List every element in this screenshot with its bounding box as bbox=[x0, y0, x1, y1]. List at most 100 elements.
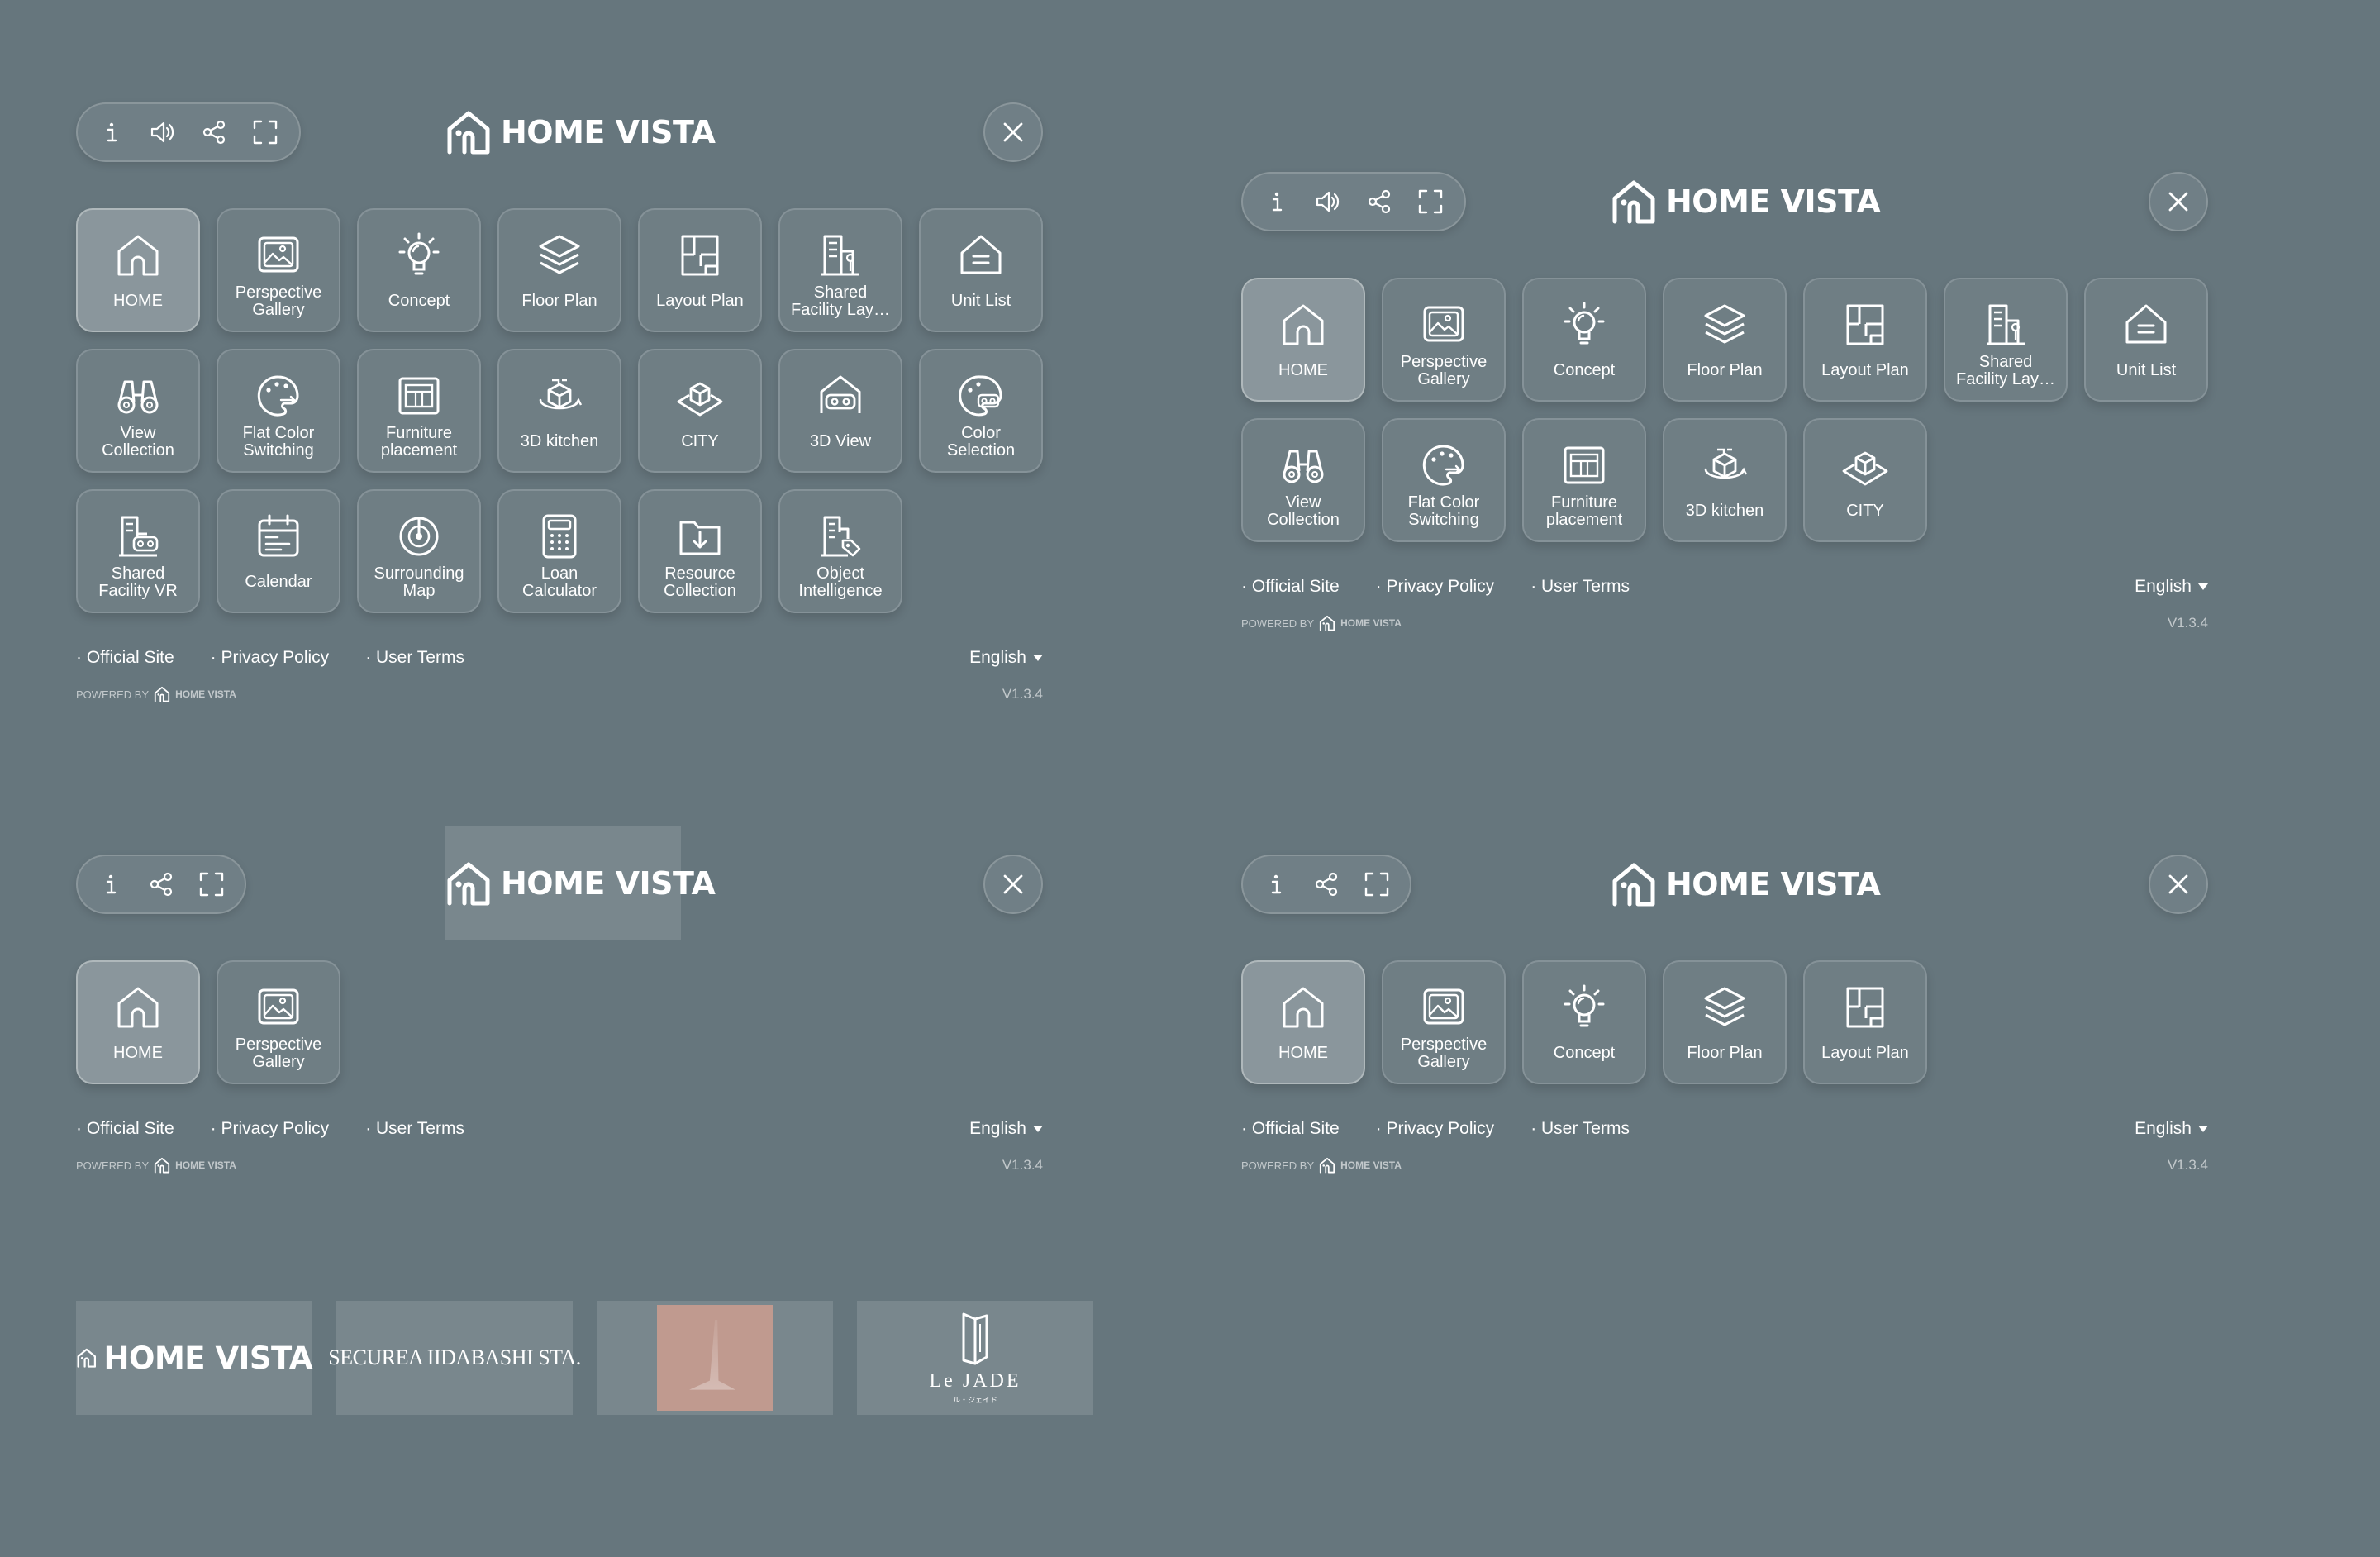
footer-links: · Official Site · Privacy Policy · User … bbox=[1241, 577, 2208, 597]
tile-perspective-gallery[interactable]: Perspective Gallery bbox=[1382, 960, 1506, 1084]
info-icon[interactable] bbox=[1251, 857, 1302, 912]
speaker-icon[interactable] bbox=[1302, 174, 1354, 229]
close-button[interactable] bbox=[2149, 855, 2208, 914]
brand-card-le-jade[interactable]: Le JADE ル・ジェイド bbox=[857, 1301, 1093, 1415]
tile-city[interactable]: CITY bbox=[638, 349, 762, 473]
info-icon[interactable] bbox=[86, 857, 136, 912]
language-selector[interactable]: English bbox=[2135, 1119, 2208, 1139]
tile-calendar[interactable]: Calendar bbox=[217, 489, 340, 613]
user-terms-link[interactable]: · User Terms bbox=[1530, 1119, 1630, 1139]
tile-label: View Collection bbox=[1267, 494, 1340, 529]
tile-floor-plan[interactable]: Floor Plan bbox=[497, 208, 621, 332]
brand-card-photo[interactable] bbox=[597, 1301, 833, 1415]
tile-label: HOME bbox=[113, 293, 163, 310]
tile-object-intelligence[interactable]: Object Intelligence bbox=[778, 489, 902, 613]
calendar-icon bbox=[253, 511, 304, 562]
official-site-link[interactable]: · Official Site bbox=[76, 648, 174, 668]
close-button[interactable] bbox=[2149, 172, 2208, 231]
privacy-policy-link[interactable]: · Privacy Policy bbox=[211, 648, 330, 668]
tile-shared-facility-layout[interactable]: Shared Facility Lay… bbox=[778, 208, 902, 332]
fullscreen-icon[interactable] bbox=[1405, 174, 1456, 229]
share-icon[interactable] bbox=[136, 857, 187, 912]
share-icon[interactable] bbox=[1354, 174, 1405, 229]
tile-label: Perspective Gallery bbox=[235, 284, 322, 319]
tile-3d-kitchen[interactable]: 3D kitchen bbox=[1663, 418, 1787, 542]
brand-card-securea[interactable]: SECUREA IIDABASHI STA. bbox=[328, 1301, 581, 1415]
caret-down-icon bbox=[1033, 1126, 1043, 1132]
fullscreen-icon[interactable] bbox=[186, 857, 236, 912]
share-icon[interactable] bbox=[1302, 857, 1352, 912]
layers-icon bbox=[1699, 299, 1750, 350]
tile-perspective-gallery[interactable]: Perspective Gallery bbox=[217, 208, 340, 332]
user-terms-link[interactable]: · User Terms bbox=[365, 648, 464, 668]
privacy-policy-link[interactable]: · Privacy Policy bbox=[1376, 1119, 1495, 1139]
user-terms-link[interactable]: · User Terms bbox=[365, 1119, 464, 1139]
tile-view-collection[interactable]: View Collection bbox=[1241, 418, 1365, 542]
tile-perspective-gallery[interactable]: Perspective Gallery bbox=[1382, 278, 1506, 402]
info-icon[interactable] bbox=[86, 105, 137, 160]
close-icon bbox=[1001, 120, 1026, 145]
brand-name: HOME VISTA bbox=[1666, 183, 1881, 220]
tile-furniture-placement[interactable]: Furniture placement bbox=[1522, 418, 1646, 542]
tile-view-collection[interactable]: View Collection bbox=[76, 349, 200, 473]
official-site-link[interactable]: · Official Site bbox=[1241, 577, 1340, 597]
language-selector[interactable]: English bbox=[969, 1119, 1043, 1139]
tile-layout-plan[interactable]: Layout Plan bbox=[1803, 278, 1927, 402]
privacy-policy-link[interactable]: · Privacy Policy bbox=[1376, 577, 1495, 597]
language-selector[interactable]: English bbox=[969, 648, 1043, 668]
layout-icon bbox=[1840, 299, 1891, 350]
user-terms-link[interactable]: · User Terms bbox=[1530, 577, 1630, 597]
tile-home[interactable]: HOME bbox=[76, 208, 200, 332]
tile-surrounding-map[interactable]: Surrounding Map bbox=[357, 489, 481, 613]
tile-flat-color-switching[interactable]: Flat Color Switching bbox=[1382, 418, 1506, 542]
caret-down-icon bbox=[1033, 655, 1043, 661]
language-selector[interactable]: English bbox=[2135, 577, 2208, 597]
tile-concept[interactable]: Concept bbox=[357, 208, 481, 332]
share-icon[interactable] bbox=[188, 105, 240, 160]
tile-floor-plan[interactable]: Floor Plan bbox=[1663, 960, 1787, 1084]
tile-layout-plan[interactable]: Layout Plan bbox=[1803, 960, 1927, 1084]
tile-loan-calculator[interactable]: Loan Calculator bbox=[497, 489, 621, 613]
tile-color-selection[interactable]: Color Selection bbox=[919, 349, 1043, 473]
tile-home[interactable]: HOME bbox=[1241, 960, 1365, 1084]
brand-logo-selected[interactable]: HOME VISTA bbox=[445, 826, 716, 940]
close-button[interactable] bbox=[983, 855, 1043, 914]
tile-city[interactable]: CITY bbox=[1803, 418, 1927, 542]
privacy-policy-link[interactable]: · Privacy Policy bbox=[211, 1119, 330, 1139]
tile-label: HOME bbox=[1278, 1045, 1328, 1062]
menu-grid: HOME Perspective Gallery bbox=[76, 960, 1043, 1084]
tile-label: 3D kitchen bbox=[520, 433, 599, 450]
tile-furniture-placement[interactable]: Furniture placement bbox=[357, 349, 481, 473]
brand-logo[interactable]: HOME VISTA bbox=[445, 102, 716, 162]
brand-card-sublabel: ル・ジェイド bbox=[952, 1397, 997, 1405]
tile-concept[interactable]: Concept bbox=[1522, 960, 1646, 1084]
tile-label: Floor Plan bbox=[1687, 1045, 1763, 1062]
tile-resource-collection[interactable]: Resource Collection bbox=[638, 489, 762, 613]
tile-concept[interactable]: Concept bbox=[1522, 278, 1646, 402]
speaker-icon[interactable] bbox=[137, 105, 188, 160]
brand-logo[interactable]: HOME VISTA bbox=[1610, 172, 1881, 231]
building-icon bbox=[1980, 299, 2031, 350]
official-site-link[interactable]: · Official Site bbox=[1241, 1119, 1340, 1139]
info-icon[interactable] bbox=[1251, 174, 1302, 229]
fullscreen-icon[interactable] bbox=[240, 105, 291, 160]
tile-unit-list[interactable]: Unit List bbox=[2084, 278, 2208, 402]
tile-home[interactable]: HOME bbox=[1241, 278, 1365, 402]
tile-floor-plan[interactable]: Floor Plan bbox=[1663, 278, 1787, 402]
tile-layout-plan[interactable]: Layout Plan bbox=[638, 208, 762, 332]
tile-home[interactable]: HOME bbox=[76, 960, 200, 1084]
brand-card-home-vista[interactable]: HOME VISTA bbox=[76, 1301, 313, 1415]
fullscreen-icon[interactable] bbox=[1351, 857, 1402, 912]
tile-shared-facility-layout[interactable]: Shared Facility Lay… bbox=[1944, 278, 2068, 402]
tile-flat-color-switching[interactable]: Flat Color Switching bbox=[217, 349, 340, 473]
official-site-link[interactable]: · Official Site bbox=[76, 1119, 174, 1139]
home-icon bbox=[112, 982, 164, 1033]
brand-logo[interactable]: HOME VISTA bbox=[1610, 855, 1881, 914]
tile-3d-kitchen[interactable]: 3D kitchen bbox=[497, 349, 621, 473]
tile-unit-list[interactable]: Unit List bbox=[919, 208, 1043, 332]
tile-label: Layout Plan bbox=[1821, 362, 1909, 379]
tile-3d-view[interactable]: 3D View bbox=[778, 349, 902, 473]
close-button[interactable] bbox=[983, 102, 1043, 162]
tile-shared-facility-vr[interactable]: Shared Facility VR bbox=[76, 489, 200, 613]
tile-perspective-gallery[interactable]: Perspective Gallery bbox=[217, 960, 340, 1084]
